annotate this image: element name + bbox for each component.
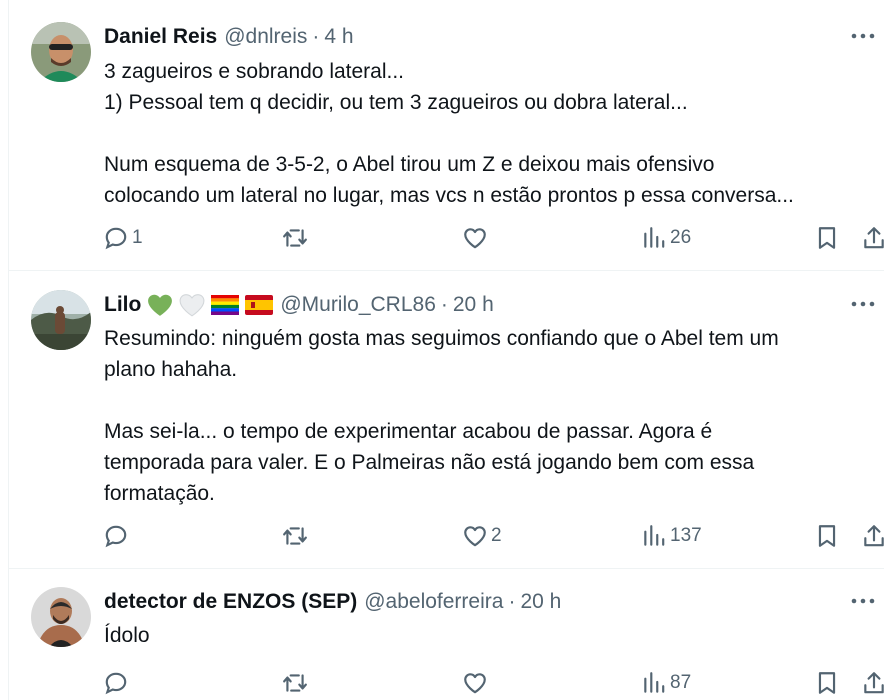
views-icon — [644, 525, 665, 546]
views-button[interactable]: 87 — [641, 666, 691, 700]
share-icon — [864, 227, 884, 249]
views-count: 26 — [670, 227, 692, 248]
views-button[interactable]: 137 — [641, 519, 702, 553]
separator: · — [440, 293, 448, 316]
retweet-icon — [283, 674, 307, 692]
tweet-text: Ídolo — [104, 620, 863, 651]
timestamp[interactable]: 4 h — [324, 25, 353, 49]
white-heart-emoji — [179, 293, 205, 317]
tweet-line: plano hahaha. — [104, 358, 238, 381]
tweet[interactable]: detector de ENZOS (SEP) @abeloferreira ·… — [9, 569, 884, 700]
display-name[interactable]: Daniel Reis — [104, 25, 217, 49]
more-icon[interactable] — [849, 26, 877, 46]
green-heart-emoji — [147, 293, 173, 317]
like-button[interactable] — [462, 666, 491, 700]
tweet[interactable]: Daniel Reis @dnlreis · 4 h 3 zagueiros e… — [9, 0, 884, 271]
more-icon[interactable] — [849, 294, 877, 314]
timeline: Daniel Reis @dnlreis · 4 h 3 zagueiros e… — [8, 0, 884, 700]
user-handle[interactable]: @Murilo_CRL86 — [280, 293, 436, 317]
reply-icon — [105, 672, 127, 695]
reply-button[interactable] — [103, 519, 132, 553]
action-bar: 87 — [99, 666, 884, 700]
retweet-button[interactable] — [282, 221, 311, 255]
like-button[interactable]: 2 — [462, 519, 502, 553]
tweet-header: Daniel Reis @dnlreis · 4 h — [104, 24, 825, 50]
tweet-line: Mas sei-la... o tempo de experimentar ac… — [104, 420, 713, 443]
bookmark-icon — [818, 227, 836, 249]
reply-icon — [105, 525, 127, 548]
tweet-text: Resumindo: ninguém gosta mas seguimos co… — [104, 323, 863, 509]
share-icon — [864, 672, 884, 694]
user-handle[interactable]: @abeloferreira — [364, 590, 503, 614]
separator: · — [508, 590, 516, 613]
bookmark-icon — [818, 525, 836, 547]
tweet-line — [104, 118, 863, 149]
tweet-line: Ídolo — [104, 624, 150, 647]
like-button[interactable] — [462, 221, 491, 255]
views-count: 87 — [670, 672, 692, 693]
share-button[interactable] — [861, 221, 884, 255]
spain-flag-emoji — [245, 295, 274, 315]
tweet-line: Num esquema de 3-5-2, o Abel tirou um Z … — [104, 153, 715, 176]
bookmark-icon — [818, 672, 836, 694]
heart-icon — [464, 526, 486, 547]
tweet-header: Lilo @Murilo_CRL86 · 20 h — [104, 292, 825, 318]
reply-button[interactable]: 1 — [103, 221, 143, 255]
tweet-line: colocando um lateral no lugar, mas vcs n… — [104, 184, 794, 207]
rainbow-flag-emoji — [211, 295, 240, 315]
heart-icon — [464, 673, 486, 694]
more-icon[interactable] — [849, 591, 877, 611]
share-icon — [864, 525, 884, 547]
bookmark-button[interactable] — [814, 519, 840, 553]
user-handle[interactable]: @dnlreis — [224, 25, 307, 49]
retweet-button[interactable] — [282, 666, 311, 700]
tweet[interactable]: Lilo @Murilo_CRL86 · 20 h Resumindo: nin… — [9, 271, 884, 569]
tweet-header: detector de ENZOS (SEP) @abeloferreira ·… — [104, 589, 825, 615]
avatar[interactable] — [31, 22, 91, 82]
display-name[interactable]: Lilo — [104, 293, 141, 317]
timestamp[interactable]: 20 h — [453, 293, 494, 317]
tweet-line: formatação. — [104, 482, 215, 505]
views-button[interactable]: 26 — [641, 221, 691, 255]
tweet-line: Resumindo: ninguém gosta mas seguimos co… — [104, 327, 779, 350]
tweet-line: temporada para valer. E o Palmeiras não … — [104, 451, 755, 474]
reply-count: 1 — [132, 227, 143, 248]
bookmark-button[interactable] — [814, 666, 840, 700]
action-bar: 1 26 — [99, 221, 884, 255]
share-button[interactable] — [861, 519, 884, 553]
retweet-icon — [283, 229, 307, 247]
action-bar: 2 137 — [99, 519, 884, 553]
reply-button[interactable] — [103, 666, 132, 700]
tweet-line: 1) Pessoal tem q decidir, ou tem 3 zague… — [104, 91, 688, 114]
bookmark-button[interactable] — [814, 221, 840, 255]
display-name[interactable]: detector de ENZOS (SEP) — [104, 590, 357, 614]
views-count: 137 — [670, 525, 702, 546]
reply-icon — [105, 227, 127, 250]
timestamp[interactable]: 20 h — [520, 590, 561, 614]
views-icon — [644, 227, 665, 248]
tweet-line — [104, 385, 863, 416]
separator: · — [312, 25, 320, 48]
avatar[interactable] — [31, 290, 91, 350]
views-icon — [644, 672, 665, 693]
tweet-text: 3 zagueiros e sobrando lateral... 1) Pes… — [104, 56, 863, 211]
avatar[interactable] — [31, 587, 91, 647]
share-button[interactable] — [861, 666, 884, 700]
retweet-button[interactable] — [282, 519, 311, 553]
like-count: 2 — [491, 525, 502, 546]
tweet-line: 3 zagueiros e sobrando lateral... — [104, 60, 405, 83]
retweet-icon — [283, 527, 307, 545]
heart-icon — [464, 228, 486, 249]
